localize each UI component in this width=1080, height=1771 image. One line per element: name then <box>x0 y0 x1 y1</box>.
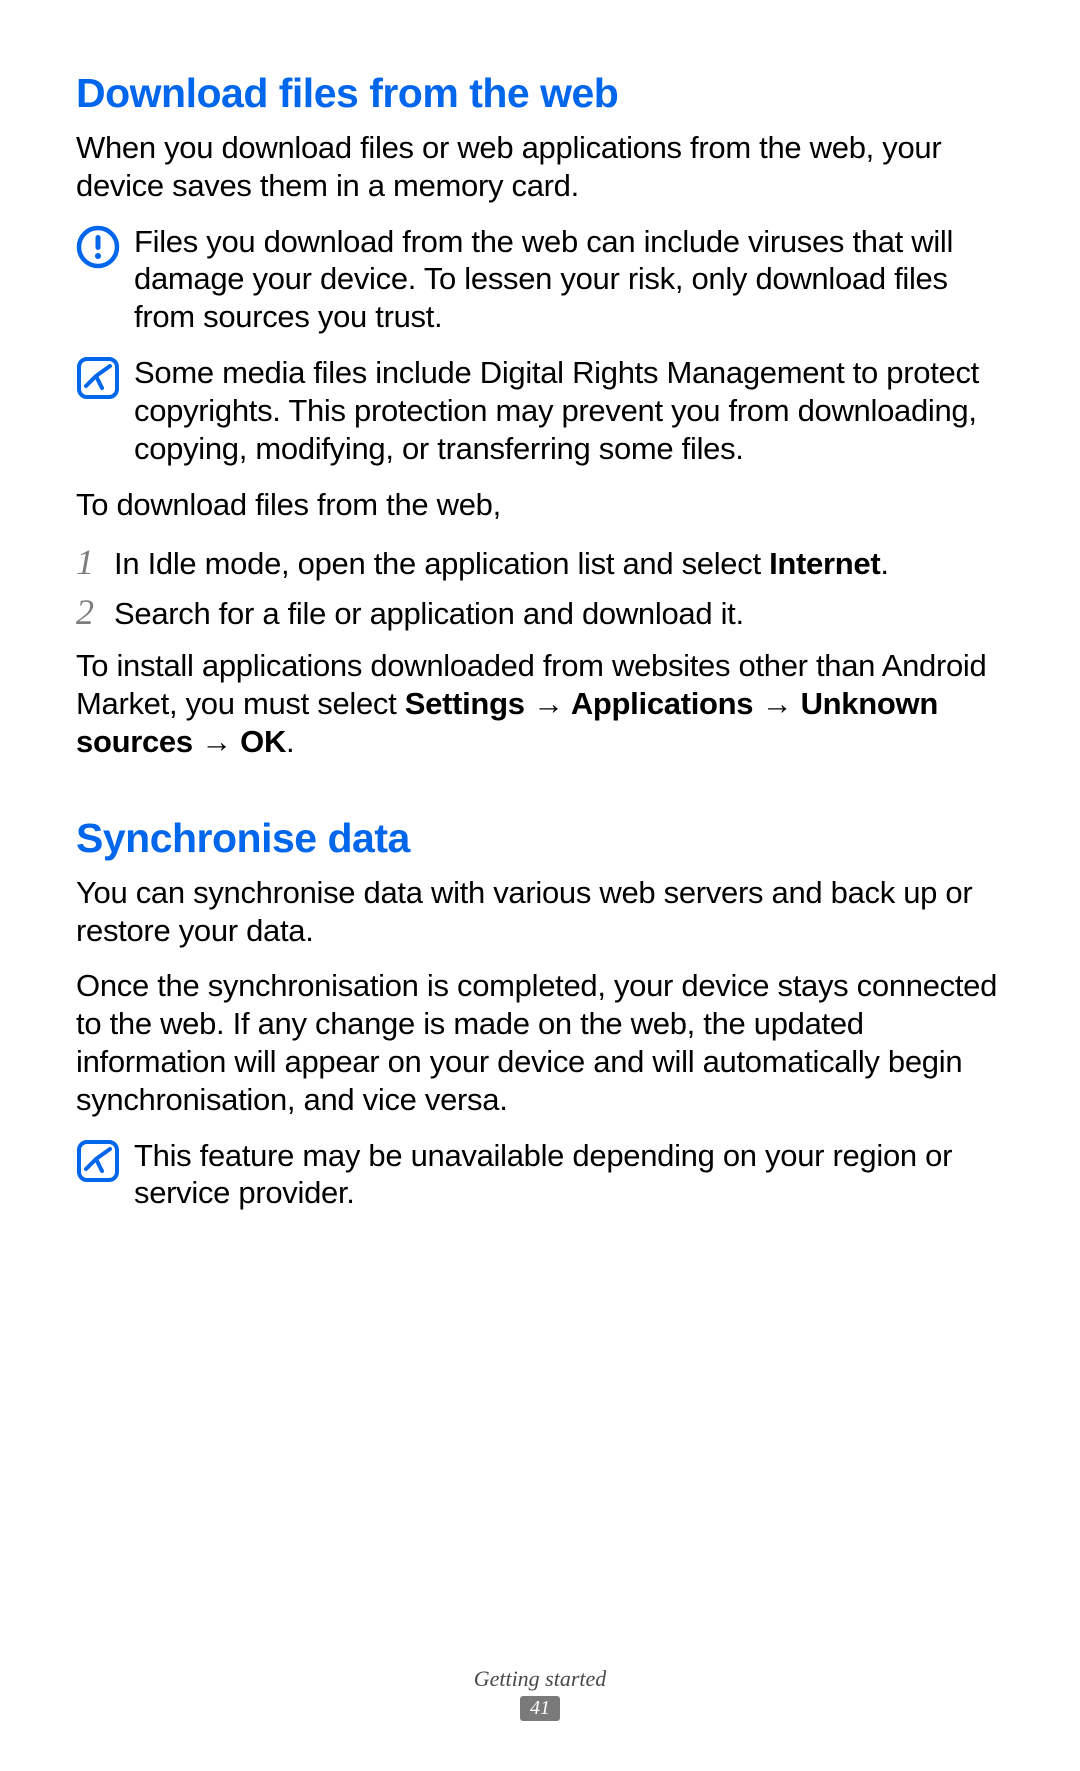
page-footer: Getting started 41 <box>0 1666 1080 1721</box>
note-icon <box>76 1139 120 1183</box>
text-bold: OK <box>240 724 286 759</box>
step-1: 1 In Idle mode, open the application lis… <box>76 541 1004 583</box>
footer-section-name: Getting started <box>0 1666 1080 1692</box>
step-text-part: . <box>880 546 888 581</box>
heading-synchronise: Synchronise data <box>76 815 1004 862</box>
page-number: 41 <box>520 1696 560 1721</box>
warning-callout: Files you download from the web can incl… <box>76 223 1004 336</box>
note-icon <box>76 356 120 400</box>
step-2: 2 Search for a file or application and d… <box>76 591 1004 633</box>
step-text: In Idle mode, open the application list … <box>114 545 889 583</box>
instruction-text: To download files from the web, <box>76 486 1004 524</box>
text-part: . <box>286 724 294 759</box>
note-text-2: This feature may be unavailable dependin… <box>134 1137 1004 1213</box>
text-bold: Applications <box>571 686 753 721</box>
arrow-icon: → <box>753 686 800 721</box>
arrow-icon: → <box>525 686 571 721</box>
intro-paragraph: When you download files or web applicati… <box>76 129 1004 205</box>
document-page: Download files from the web When you dow… <box>0 0 1080 1212</box>
sync-para-2: Once the synchronisation is completed, y… <box>76 967 1004 1118</box>
sync-para-1: You can synchronise data with various we… <box>76 874 1004 950</box>
arrow-icon: → <box>193 724 240 759</box>
steps-list: 1 In Idle mode, open the application lis… <box>76 541 1004 633</box>
note-callout-1: Some media files include Digital Rights … <box>76 354 1004 467</box>
step-number: 1 <box>76 541 114 583</box>
post-note: To install applications downloaded from … <box>76 647 1004 760</box>
warning-text: Files you download from the web can incl… <box>134 223 1004 336</box>
step-text: Search for a file or application and dow… <box>114 595 744 633</box>
note-callout-2: This feature may be unavailable dependin… <box>76 1137 1004 1213</box>
step-text-part: In Idle mode, open the application list … <box>114 546 769 581</box>
warning-icon <box>76 225 120 269</box>
note-text-1: Some media files include Digital Rights … <box>134 354 1004 467</box>
text-bold: Settings <box>405 686 525 721</box>
step-number: 2 <box>76 591 114 633</box>
heading-download: Download files from the web <box>76 70 1004 117</box>
step-text-bold: Internet <box>769 546 880 581</box>
